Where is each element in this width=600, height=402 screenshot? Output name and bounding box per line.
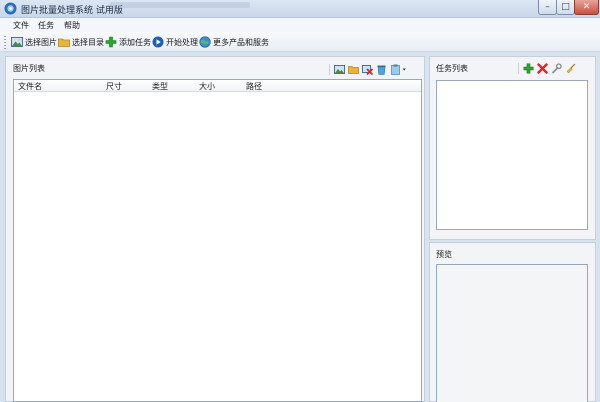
select-folder-button[interactable]: 选择目录 (58, 35, 104, 49)
menu-bar: 文件 任务 帮助 (0, 18, 600, 32)
main-toolbar: 选择图片 选择目录 添加任务 开始处理 更多产品和服务 (0, 32, 600, 52)
broom-icon[interactable] (565, 63, 576, 74)
dropdown-arrow-icon[interactable] (402, 64, 409, 75)
select-image-label: 选择图片 (25, 37, 57, 47)
close-button[interactable]: ✕ (574, 0, 599, 15)
delete-task-icon[interactable] (537, 62, 548, 74)
plus-icon (105, 36, 117, 48)
column-size[interactable]: 大小 (199, 81, 215, 92)
title-glare (110, 2, 250, 8)
menu-task[interactable]: 任务 (38, 20, 54, 31)
app-logo-icon (4, 2, 17, 15)
start-process-label: 开始处理 (166, 37, 198, 47)
window-title: 图片批量处理系统 试用版 (21, 6, 123, 16)
add-image-icon[interactable] (334, 64, 345, 75)
image-icon (11, 37, 23, 47)
add-task-button[interactable]: 添加任务 (105, 35, 151, 49)
menu-help[interactable]: 帮助 (64, 20, 80, 31)
image-list-title: 图片列表 (13, 64, 45, 73)
folder-icon (58, 38, 70, 47)
more-products-button[interactable]: 更多产品和服务 (199, 35, 269, 49)
task-list-box[interactable] (436, 80, 588, 230)
minimize-button[interactable]: – (538, 0, 557, 15)
preview-panel: 预览 (429, 242, 596, 402)
menu-file[interactable]: 文件 (13, 20, 29, 31)
globe-icon (199, 36, 211, 48)
column-dimensions[interactable]: 尺寸 (106, 81, 122, 92)
column-type[interactable]: 类型 (152, 81, 168, 92)
clipboard-icon[interactable] (390, 64, 401, 75)
wrench-icon[interactable] (551, 62, 562, 74)
toolbar-grip[interactable] (4, 36, 6, 49)
task-list-title: 任务列表 (436, 64, 468, 73)
select-image-button[interactable]: 选择图片 (11, 35, 57, 49)
add-task-icon[interactable] (523, 63, 534, 74)
title-bar: 图片批量处理系统 试用版 – □ ✕ (0, 0, 600, 18)
tools-separator (329, 63, 330, 75)
add-task-label: 添加任务 (119, 37, 151, 47)
remove-image-icon[interactable] (362, 64, 373, 75)
image-list-view[interactable]: 文件名 尺寸 类型 大小 路径 (13, 79, 422, 402)
select-folder-label: 选择目录 (72, 37, 104, 47)
column-filename[interactable]: 文件名 (18, 81, 42, 92)
image-list-header: 文件名 尺寸 类型 大小 路径 (14, 80, 421, 92)
add-folder-icon[interactable] (348, 64, 359, 75)
image-list-panel: 图片列表 文件名 尺寸 类型 大小 路径 (5, 56, 425, 402)
maximize-button[interactable]: □ (556, 0, 575, 15)
image-list-tools (329, 63, 412, 75)
start-process-button[interactable]: 开始处理 (152, 35, 198, 49)
preview-box (436, 264, 588, 402)
recycle-bin-icon[interactable] (376, 64, 387, 75)
preview-title: 预览 (436, 250, 452, 259)
column-path[interactable]: 路径 (246, 81, 262, 92)
task-list-panel: 任务列表 (429, 56, 596, 240)
more-products-label: 更多产品和服务 (213, 37, 269, 47)
play-icon (152, 36, 164, 48)
task-list-tools (518, 62, 579, 74)
task-tools-separator (518, 62, 519, 74)
